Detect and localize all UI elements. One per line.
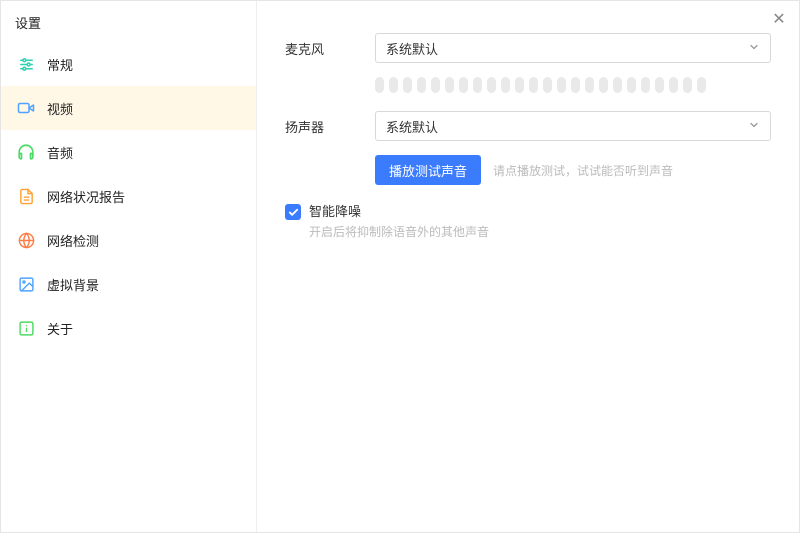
- meter-bar: [487, 77, 496, 93]
- camera-icon: [17, 99, 35, 117]
- sidebar-item-label: 音频: [47, 143, 73, 162]
- meter-bar: [431, 77, 440, 93]
- sidebar-item-label: 虚拟背景: [47, 275, 99, 294]
- meter-bar: [501, 77, 510, 93]
- sidebar-item-video[interactable]: 视频: [1, 86, 256, 130]
- meter-bar: [669, 77, 678, 93]
- noise-suppression-row: 智能降噪 开启后将抑制除语音外的其他声音: [285, 203, 771, 240]
- info-icon: [17, 319, 35, 337]
- speaker-label: 扬声器: [285, 117, 375, 136]
- meter-bar: [459, 77, 468, 93]
- headphones-icon: [17, 143, 35, 161]
- meter-bar: [599, 77, 608, 93]
- meter-bar: [655, 77, 664, 93]
- meter-bar: [417, 77, 426, 93]
- noise-suppression-label: 智能降噪: [309, 203, 489, 221]
- content-panel: 麦克风 系统默认 扬声器 系统默认 播放测试声音 请点播放测试，试试能否听到声音: [257, 1, 799, 532]
- noise-suppression-checkbox[interactable]: [285, 204, 301, 220]
- meter-bar: [697, 77, 706, 93]
- chevron-down-icon: [748, 41, 760, 56]
- test-sound-button[interactable]: 播放测试声音: [375, 155, 481, 185]
- sidebar-item-network-test[interactable]: 网络检测: [1, 218, 256, 262]
- sidebar: 设置 常规 视频 音频: [1, 1, 257, 532]
- meter-bar: [403, 77, 412, 93]
- speaker-select[interactable]: 系统默认: [375, 111, 771, 141]
- sidebar-item-label: 关于: [47, 319, 73, 338]
- meter-bar: [571, 77, 580, 93]
- image-icon: [17, 275, 35, 293]
- sidebar-item-general[interactable]: 常规: [1, 42, 256, 86]
- mic-level-meter: [375, 77, 771, 93]
- microphone-select[interactable]: 系统默认: [375, 33, 771, 63]
- globe-icon: [17, 231, 35, 249]
- speaker-test-row: 播放测试声音 请点播放测试，试试能否听到声音: [375, 155, 771, 185]
- noise-suppression-text: 智能降噪 开启后将抑制除语音外的其他声音: [309, 203, 489, 240]
- microphone-label: 麦克风: [285, 39, 375, 58]
- meter-bar: [529, 77, 538, 93]
- noise-suppression-desc: 开启后将抑制除语音外的其他声音: [309, 223, 489, 240]
- meter-bar: [641, 77, 650, 93]
- meter-bar: [389, 77, 398, 93]
- sidebar-item-network-report[interactable]: 网络状况报告: [1, 174, 256, 218]
- sidebar-item-label: 常规: [47, 55, 73, 74]
- sliders-icon: [17, 55, 35, 73]
- close-button[interactable]: ✕: [769, 9, 789, 29]
- sidebar-item-virtual-bg[interactable]: 虚拟背景: [1, 262, 256, 306]
- meter-bar: [585, 77, 594, 93]
- test-sound-hint: 请点播放测试，试试能否听到声音: [493, 162, 673, 179]
- sidebar-items: 常规 视频 音频 网络状况报告: [1, 42, 256, 350]
- meter-bar: [445, 77, 454, 93]
- meter-bar: [683, 77, 692, 93]
- speaker-value: 系统默认: [386, 117, 438, 136]
- close-icon: ✕: [772, 9, 785, 29]
- meter-bar: [515, 77, 524, 93]
- meter-bar: [557, 77, 566, 93]
- chevron-down-icon: [748, 119, 760, 134]
- sidebar-item-about[interactable]: 关于: [1, 306, 256, 350]
- settings-title: 设置: [1, 1, 256, 42]
- meter-bar: [627, 77, 636, 93]
- sidebar-item-label: 网络检测: [47, 231, 99, 250]
- settings-dialog: ✕ 设置 常规 视频 音频: [0, 0, 800, 533]
- microphone-value: 系统默认: [386, 39, 438, 58]
- sidebar-item-label: 视频: [47, 99, 73, 118]
- meter-bar: [473, 77, 482, 93]
- microphone-row: 麦克风 系统默认: [285, 33, 771, 63]
- file-icon: [17, 187, 35, 205]
- meter-bar: [375, 77, 384, 93]
- meter-bar: [543, 77, 552, 93]
- sidebar-item-audio[interactable]: 音频: [1, 130, 256, 174]
- speaker-row: 扬声器 系统默认: [285, 111, 771, 141]
- meter-bar: [613, 77, 622, 93]
- sidebar-item-label: 网络状况报告: [47, 187, 125, 206]
